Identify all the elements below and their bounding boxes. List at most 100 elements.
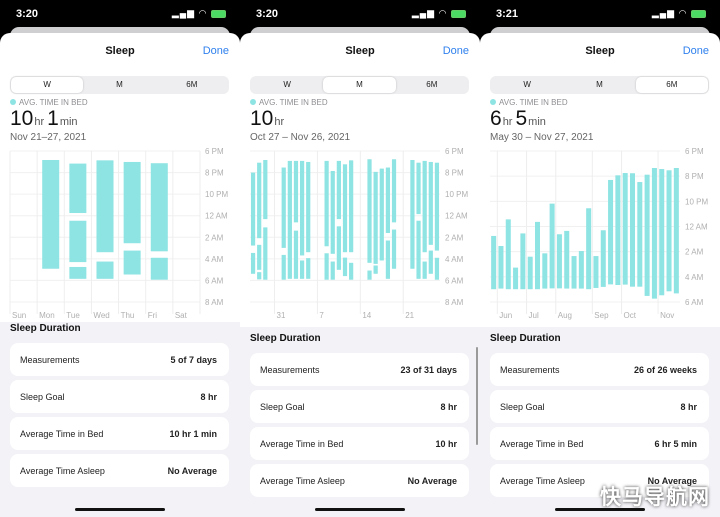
- row-label: Measurements: [260, 365, 320, 375]
- tab-6m[interactable]: 6M: [635, 77, 708, 93]
- sleep-bar: [367, 270, 372, 280]
- date-range: Oct 27 – Nov 26, 2021: [250, 132, 351, 143]
- row-value: 10 hr 1 min: [169, 429, 217, 439]
- y-tick-label: 6 AM: [205, 276, 224, 285]
- sleep-bar: [379, 168, 384, 261]
- sleep-bar: [513, 267, 519, 290]
- time-range-segmented-control[interactable]: W M 6M: [250, 76, 469, 94]
- y-tick-label: 4 AM: [205, 255, 224, 264]
- sleep-bar: [287, 160, 292, 279]
- unit-min: min: [528, 116, 546, 128]
- battery-icon: [211, 9, 226, 18]
- unit-hr: hr: [274, 116, 285, 128]
- sleep-bar: [150, 163, 168, 252]
- tab-w[interactable]: W: [11, 77, 84, 93]
- row-label: Sleep Goal: [500, 402, 545, 412]
- sleep-chart: 6 PM 8 PM 10 PM 12 AM 2 AM 4 AM 6 AM 8 AM Sun Mon…: [9, 147, 228, 320]
- row-value: No Average: [407, 476, 457, 486]
- sleep-bar: [299, 160, 305, 256]
- row-value: 5 of 7 days: [170, 355, 217, 365]
- x-tick-label: Jul: [529, 311, 539, 320]
- sleep-bar: [416, 220, 421, 279]
- done-button[interactable]: Done: [683, 45, 709, 57]
- value-hours: 10: [10, 107, 34, 130]
- date-range: May 30 – Nov 27, 2021: [490, 132, 594, 143]
- row-label: Average Time Asleep: [260, 476, 345, 486]
- sleep-bar: [422, 160, 427, 253]
- tab-w[interactable]: W: [491, 77, 563, 93]
- sleep-bar: [349, 160, 354, 253]
- home-indicator[interactable]: [315, 508, 405, 511]
- x-tick-label: Wed: [93, 311, 109, 320]
- sleep-sheet: Sleep Done W M 6M AVG. TIME IN BED 6hr 5min May …: [480, 33, 720, 517]
- sleep-screen: 3:21 ▂▄▆ ◠ Sleep Done W M 6M AVG. TIME IN BED 6…: [480, 0, 720, 517]
- row-value: No Average: [167, 466, 217, 476]
- time-range-segmented-control[interactable]: W M 6M: [490, 76, 709, 94]
- sleep-bar: [263, 227, 268, 280]
- sleep-bar: [659, 169, 665, 296]
- summary-row: Average Time in Bed 10 hr 1 min: [10, 417, 229, 450]
- date-range: Nov 21–27, 2021: [10, 132, 87, 143]
- scrollbar[interactable]: [476, 347, 478, 445]
- value-hours: 6: [490, 107, 502, 130]
- x-tick-label: Tue: [66, 311, 80, 320]
- sleep-bar: [281, 167, 286, 248]
- sleep-bar: [630, 173, 635, 287]
- sleep-bar: [257, 244, 262, 270]
- sleep-bar: [391, 159, 397, 223]
- time-range-segmented-control[interactable]: W M 6M: [10, 76, 229, 94]
- watermark: 快马导航网: [600, 486, 710, 509]
- sleep-bar: [622, 173, 628, 285]
- done-button[interactable]: Done: [203, 45, 229, 57]
- home-indicator[interactable]: [75, 508, 165, 511]
- sleep-bar: [434, 257, 440, 280]
- sleep-bar: [263, 159, 268, 220]
- sleep-bar: [385, 167, 391, 233]
- signal-icon: ▂▄▆: [411, 8, 436, 18]
- tab-6m[interactable]: 6M: [396, 77, 468, 93]
- sleep-chart: 6 PM 8 PM 10 PM 12 AM 2 AM 4 AM 6 AM Jun Jul Aug S…: [490, 147, 708, 320]
- tab-m[interactable]: M: [563, 77, 635, 93]
- sleep-bar: [673, 167, 679, 294]
- sleep-bar: [586, 208, 592, 290]
- legend-label: AVG. TIME IN BED: [259, 98, 328, 107]
- status-time: 3:21: [496, 8, 519, 20]
- sleep-bar: [422, 261, 427, 279]
- signal-icon: ▂▄▆: [171, 8, 196, 18]
- sleep-bar: [336, 226, 341, 270]
- legend-dot-icon: [10, 99, 16, 105]
- status-time: 3:20: [16, 8, 39, 20]
- sleep-bar: [123, 250, 141, 275]
- legend-label: AVG. TIME IN BED: [19, 98, 88, 107]
- y-tick-label: 6 AM: [685, 298, 704, 307]
- summary-row: Measurements 23 of 31 days: [250, 353, 469, 386]
- summary-row: Measurements 5 of 7 days: [10, 343, 229, 376]
- done-button[interactable]: Done: [443, 45, 469, 57]
- sleep-bar: [342, 257, 348, 277]
- tab-w[interactable]: W: [251, 77, 323, 93]
- status-bar: 3:20 ▂▄▆ ◠: [240, 0, 480, 30]
- sleep-screen: 3:20 ▂▄▆ ◠ Sleep Done W M 6M AVG. TIME IN BED 1…: [240, 0, 480, 517]
- row-value: 10 hr: [435, 439, 457, 449]
- unit-hr: hr: [502, 116, 513, 128]
- status-bar: 3:20 ▂▄▆ ◠: [0, 0, 240, 30]
- row-label: Sleep Goal: [20, 392, 65, 402]
- sleep-bar: [428, 161, 433, 245]
- y-tick-label: 6 PM: [205, 147, 224, 156]
- sleep-bar: [342, 164, 348, 253]
- tab-6m[interactable]: 6M: [156, 77, 228, 93]
- tab-m[interactable]: M: [83, 77, 155, 93]
- row-value: 8 hr: [200, 392, 217, 402]
- sleep-bar: [666, 170, 672, 292]
- row-label: Average Time Asleep: [20, 466, 105, 476]
- y-tick-label: 6 PM: [685, 147, 704, 156]
- sleep-bar: [505, 219, 511, 290]
- x-tick-label: Nov: [660, 311, 674, 320]
- tab-m[interactable]: M: [323, 77, 396, 93]
- y-tick-label: 12 AM: [205, 212, 228, 221]
- sleep-bar: [498, 246, 504, 289]
- sleep-bar: [527, 256, 533, 290]
- row-label: Sleep Goal: [260, 402, 305, 412]
- x-tick-label: Jun: [499, 311, 512, 320]
- x-tick-label: Aug: [558, 311, 572, 320]
